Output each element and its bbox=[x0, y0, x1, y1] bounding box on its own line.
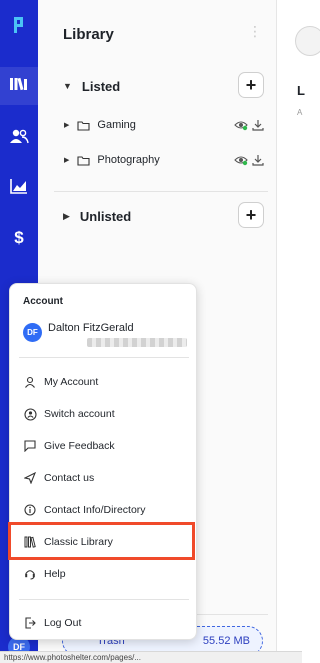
send-icon bbox=[23, 472, 37, 484]
menu-item-label: Give Feedback bbox=[44, 440, 115, 452]
folder-name: Photography bbox=[97, 154, 160, 166]
menu-item-label: Contact Info/Directory bbox=[44, 504, 146, 516]
logout-icon bbox=[23, 617, 37, 629]
content-heading: L bbox=[297, 83, 305, 98]
content-subtext: A bbox=[297, 108, 303, 117]
highlight-annotation bbox=[8, 522, 195, 560]
menu-item-give-feedback[interactable]: Give Feedback bbox=[23, 436, 191, 456]
visibility-icon[interactable] bbox=[234, 153, 248, 171]
section-unlisted[interactable]: ▶ Unlisted bbox=[63, 206, 131, 226]
folder-actions bbox=[234, 118, 264, 136]
user-name: Dalton FitzGerald bbox=[48, 322, 134, 334]
status-url: https://www.photoshelter.com/pages/... bbox=[0, 651, 302, 663]
menu-item-contact-us[interactable]: Contact us bbox=[23, 468, 191, 488]
headset-icon bbox=[23, 568, 37, 580]
menu-item-contact-info[interactable]: Contact Info/Directory bbox=[23, 500, 191, 520]
caret-right-icon: ▶ bbox=[64, 157, 70, 164]
download-icon[interactable] bbox=[252, 153, 264, 171]
folder-row[interactable]: ▶ Photography bbox=[64, 151, 160, 169]
users-icon bbox=[9, 128, 29, 149]
menu-item-label: Switch account bbox=[44, 408, 115, 420]
nav-sales[interactable]: $ bbox=[0, 219, 38, 257]
app-window: $ DF Library ⋮ ▼ Listed + ▶ Gaming ▶ Pho… bbox=[0, 0, 320, 663]
dollar-icon: $ bbox=[14, 228, 24, 247]
caret-right-icon: ▶ bbox=[64, 122, 70, 129]
menu-heading: Account bbox=[23, 296, 63, 307]
folder-row[interactable]: ▶ Gaming bbox=[64, 116, 136, 134]
menu-item-label: Contact us bbox=[44, 472, 95, 484]
switch-account-icon bbox=[23, 407, 37, 421]
menu-item-help[interactable]: Help bbox=[23, 564, 191, 584]
menu-item-my-account[interactable]: My Account bbox=[23, 372, 191, 392]
menu-item-label: Log Out bbox=[44, 617, 82, 629]
divider bbox=[54, 191, 268, 192]
section-label: Unlisted bbox=[79, 208, 132, 224]
kebab-menu-icon[interactable]: ⋮ bbox=[248, 24, 262, 38]
caret-down-icon: ▼ bbox=[63, 81, 72, 91]
menu-item-label: Help bbox=[44, 568, 66, 580]
plus-icon: + bbox=[245, 205, 257, 225]
info-icon bbox=[23, 504, 37, 516]
logo-icon[interactable] bbox=[0, 0, 38, 50]
nav-users[interactable] bbox=[0, 119, 38, 157]
redacted-email bbox=[87, 338, 187, 347]
menu-item-log-out[interactable]: Log Out bbox=[23, 613, 191, 633]
visibility-icon[interactable] bbox=[234, 118, 248, 136]
folder-icon bbox=[77, 155, 90, 166]
section-listed[interactable]: ▼ Listed bbox=[63, 76, 120, 96]
feedback-icon bbox=[23, 440, 37, 452]
divider bbox=[19, 357, 189, 358]
folder-actions bbox=[234, 153, 264, 171]
section-label: Listed bbox=[81, 78, 121, 94]
folder-name: Gaming bbox=[97, 119, 136, 131]
download-icon[interactable] bbox=[252, 118, 264, 136]
person-icon bbox=[23, 376, 37, 388]
plus-icon: + bbox=[245, 75, 257, 95]
folder-icon bbox=[77, 120, 90, 131]
add-unlisted-button[interactable]: + bbox=[238, 202, 264, 228]
library-icon bbox=[9, 76, 29, 97]
nav-analytics[interactable] bbox=[0, 169, 38, 207]
avatar: DF bbox=[23, 323, 42, 342]
profile-circle[interactable] bbox=[295, 26, 320, 56]
divider bbox=[19, 599, 189, 600]
nav-library[interactable] bbox=[0, 67, 38, 105]
caret-right-icon: ▶ bbox=[63, 210, 70, 221]
page-title: Library bbox=[63, 26, 114, 43]
menu-item-switch-account[interactable]: Switch account bbox=[23, 404, 191, 424]
chart-icon bbox=[10, 178, 28, 199]
storage-size: 55.52 MB bbox=[202, 635, 250, 647]
menu-item-label: My Account bbox=[44, 376, 99, 388]
add-listed-button[interactable]: + bbox=[238, 72, 264, 98]
account-menu: Account DF Dalton FitzGerald My Account … bbox=[9, 283, 197, 640]
main-content: L A bbox=[277, 0, 320, 663]
